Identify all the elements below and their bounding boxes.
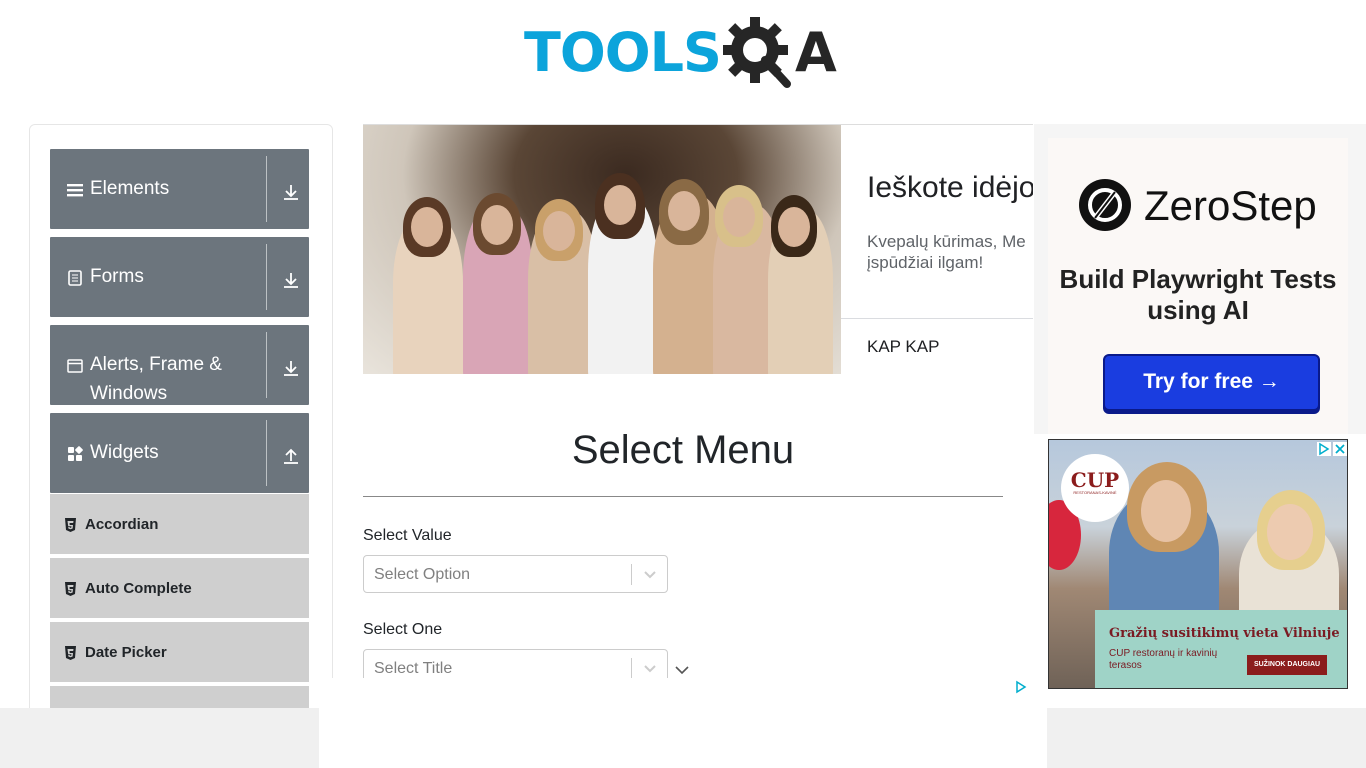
sidebar-group-label: Alerts, Frame & Windows: [90, 354, 222, 404]
bottom-ad-slot[interactable]: [319, 678, 1047, 768]
cup-subtext: CUP restoranų ir kavinių terasos: [1109, 648, 1218, 671]
adchoices-icon[interactable]: [1014, 680, 1028, 694]
cup-logo-text: CUP: [1070, 468, 1120, 492]
select-value-label: Select Value: [363, 527, 452, 544]
cup-info-panel: Gražių susitikimų vieta Vilniuje CUP res…: [1095, 610, 1347, 688]
sidebar-item-label: Date Picker: [85, 644, 167, 661]
select-value-dropdown[interactable]: Select Option: [363, 555, 668, 593]
page-title: Select Menu: [571, 428, 795, 472]
download-icon[interactable]: [282, 183, 300, 201]
toolsqa-logo[interactable]: TOOLS A: [524, 14, 848, 92]
select-separator: [631, 564, 632, 585]
gear-search-icon: [722, 17, 791, 88]
select-separator: [631, 658, 632, 679]
ad-body: Kvepalų kūrimas, Me įspūdžiai ilgam!: [867, 232, 1026, 272]
group-separator: [266, 332, 267, 398]
sidebar-item-auto-complete[interactable]: Auto Complete: [50, 558, 309, 620]
window-icon: [67, 359, 83, 373]
ad-advertiser: KAP KAP: [867, 337, 940, 356]
chevron-down-icon[interactable]: [673, 662, 691, 678]
sidebar-group-label: Widgets: [90, 442, 159, 463]
widgets-icon: [68, 446, 83, 461]
sidebar-group-label: Elements: [90, 178, 170, 199]
cup-ad[interactable]: CUP RESTORANAS-KAVINĖ Gražių susitikimų …: [1048, 439, 1348, 689]
zerostep-brand: ZeroStep: [1144, 182, 1317, 229]
zerostep-cta-button[interactable]: Try for free →: [1103, 354, 1320, 411]
sidebar-item-label: Auto Complete: [85, 580, 192, 597]
select-placeholder: Select Option: [374, 566, 471, 583]
select-placeholder: Select Title: [374, 660, 453, 677]
html5-icon: [65, 646, 76, 660]
document-icon: [68, 270, 82, 286]
zerostep-ad-card: ZeroStep Build Playwright Tests using AI…: [1048, 138, 1348, 434]
download-icon[interactable]: [282, 359, 300, 377]
sidebar-group-forms[interactable]: Forms: [50, 237, 309, 317]
ad-photo: [363, 125, 841, 374]
sidebar-item-date-picker[interactable]: Date Picker: [50, 622, 309, 684]
close-icon[interactable]: [1333, 442, 1347, 456]
ad-divider: [841, 318, 1033, 319]
sidebar-group-elements[interactable]: Elements: [50, 149, 309, 229]
logo-tools-text: TOOLS: [524, 21, 722, 84]
chevron-down-icon[interactable]: [640, 661, 660, 677]
sidebar-item-label: Accordian: [85, 516, 159, 533]
sidebar-group-label: Forms: [90, 266, 144, 287]
html5-icon: [65, 582, 76, 596]
zerostep-logo-icon: [1079, 179, 1131, 231]
cup-logo: CUP RESTORANAS-KAVINĖ: [1061, 454, 1129, 522]
select-one-label: Select One: [363, 621, 443, 638]
title-divider: [363, 496, 1003, 497]
html5-icon: [65, 518, 76, 532]
group-separator: [266, 420, 267, 486]
chevron-down-icon[interactable]: [640, 567, 660, 583]
cup-cta-button[interactable]: SUŽINOK DAUGIAU: [1247, 655, 1327, 675]
sidebar-group-widgets[interactable]: Widgets: [50, 413, 309, 493]
upload-icon[interactable]: [282, 447, 300, 465]
top-banner-ad[interactable]: Ieškote idėjo Kvepalų kūrimas, Me įspūdž…: [363, 124, 1033, 374]
adchoices-icon[interactable]: [1317, 442, 1331, 456]
download-icon[interactable]: [282, 271, 300, 289]
sidebar-item-accordian[interactable]: Accordian: [50, 494, 309, 556]
group-separator: [266, 244, 267, 310]
cup-headline: Gražių susitikimų vieta Vilniuje: [1109, 626, 1340, 641]
ad-headline: Ieškote idėjo: [867, 171, 1033, 204]
hamburger-icon: [67, 184, 83, 197]
zerostep-ad[interactable]: ZeroStep Build Playwright Tests using AI…: [1034, 124, 1366, 434]
logo-qa-text: A: [794, 21, 837, 84]
ad-text-area: Ieškote idėjo Kvepalų kūrimas, Me įspūdž…: [841, 125, 1033, 374]
zerostep-tagline: Build Playwright Tests using AI: [1059, 264, 1337, 325]
sidebar-group-alerts[interactable]: Alerts, Frame & Windows: [50, 325, 309, 405]
group-separator: [266, 156, 267, 222]
